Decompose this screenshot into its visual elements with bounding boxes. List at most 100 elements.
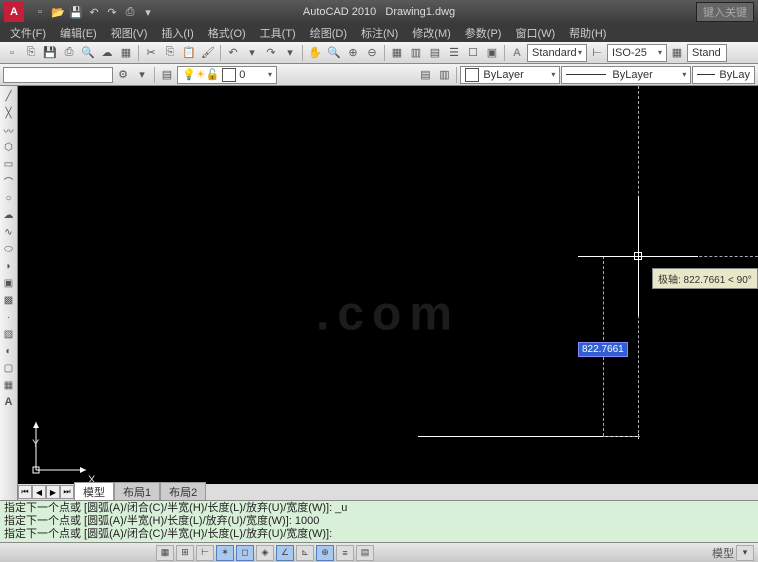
tab-last-icon[interactable]: ⏭ bbox=[60, 485, 74, 499]
qat-dropdown-icon[interactable]: ▾ bbox=[140, 4, 156, 20]
menu-file[interactable]: 文件(F) bbox=[4, 24, 52, 42]
ducs-toggle[interactable]: ⊾ bbox=[296, 545, 314, 561]
ortho-toggle[interactable]: ⊢ bbox=[196, 545, 214, 561]
region-tool[interactable]: ▢ bbox=[1, 360, 17, 376]
tab-first-icon[interactable]: ⏮ bbox=[18, 485, 32, 499]
preview-button[interactable]: 🔍 bbox=[79, 44, 97, 62]
dimstyle-icon[interactable]: ⊢ bbox=[588, 44, 606, 62]
tablestyle-icon[interactable]: ▦ bbox=[668, 44, 686, 62]
table-tool[interactable]: ▦ bbox=[1, 377, 17, 393]
menu-window[interactable]: 窗口(W) bbox=[509, 24, 561, 42]
drawing-canvas[interactable]: Y X 822.7661 极轴: 822.7661 < 90° .com ⏮ ◀… bbox=[18, 86, 758, 500]
print-icon[interactable]: ⎙ bbox=[122, 4, 138, 20]
menu-dimension[interactable]: 标注(N) bbox=[355, 24, 404, 42]
menu-modify[interactable]: 修改(M) bbox=[406, 24, 457, 42]
dyn-toggle[interactable]: ⊕ bbox=[316, 545, 334, 561]
tab-prev-icon[interactable]: ◀ bbox=[32, 485, 46, 499]
tab-next-icon[interactable]: ▶ bbox=[46, 485, 60, 499]
redo-button[interactable]: ↷ bbox=[262, 44, 280, 62]
line-tool[interactable]: ╱ bbox=[1, 88, 17, 104]
print-button[interactable]: ⎙ bbox=[60, 44, 78, 62]
tab-layout2[interactable]: 布局2 bbox=[160, 482, 206, 500]
menu-insert[interactable]: 插入(I) bbox=[155, 24, 199, 42]
zoom-button[interactable]: ⊕ bbox=[344, 44, 362, 62]
zoom-prev-button[interactable]: ⊖ bbox=[363, 44, 381, 62]
layer-dropdown[interactable]: 💡 ☀ 🔓 0 ▾ bbox=[177, 66, 277, 84]
polar-toggle[interactable]: ✶ bbox=[216, 545, 234, 561]
point-tool[interactable]: · bbox=[1, 309, 17, 325]
gradient-tool[interactable]: ◐ bbox=[1, 343, 17, 359]
save-button[interactable]: 💾 bbox=[41, 44, 59, 62]
menu-help[interactable]: 帮助(H) bbox=[563, 24, 612, 42]
menu-tools[interactable]: 工具(T) bbox=[254, 24, 302, 42]
zoom-rt-button[interactable]: 🔍 bbox=[325, 44, 343, 62]
tab-model[interactable]: 模型 bbox=[74, 482, 114, 500]
pan-button[interactable]: ✋ bbox=[306, 44, 324, 62]
revcloud-tool[interactable]: ☁ bbox=[1, 207, 17, 223]
qp-toggle[interactable]: ▤ bbox=[356, 545, 374, 561]
osnap-toggle[interactable]: ◻ bbox=[236, 545, 254, 561]
undo-icon[interactable]: ↶ bbox=[86, 4, 102, 20]
menu-format[interactable]: 格式(O) bbox=[202, 24, 252, 42]
snap-toggle[interactable]: ▦ bbox=[156, 545, 174, 561]
redo-dropdown-icon[interactable]: ▾ bbox=[281, 44, 299, 62]
paste-button[interactable]: 📋 bbox=[180, 44, 198, 62]
open-icon[interactable]: 📂 bbox=[50, 4, 66, 20]
publish-button[interactable]: ☁ bbox=[98, 44, 116, 62]
dim-style-dropdown[interactable]: ISO-25▾ bbox=[607, 44, 667, 62]
polygon-tool[interactable]: ⬡ bbox=[1, 139, 17, 155]
dropdown-icon[interactable]: ▾ bbox=[133, 66, 151, 84]
color-dropdown[interactable]: ByLayer▾ bbox=[460, 66, 560, 84]
new-button[interactable]: ▫ bbox=[3, 44, 21, 62]
save-icon[interactable]: 💾 bbox=[68, 4, 84, 20]
linetype-dropdown[interactable]: ByLayer▾ bbox=[561, 66, 691, 84]
table-style-dropdown[interactable]: Stand bbox=[687, 44, 727, 62]
ellipse-arc-tool[interactable]: ◗ bbox=[1, 258, 17, 274]
app-icon[interactable]: A bbox=[4, 2, 24, 22]
new-icon[interactable]: ▫ bbox=[32, 4, 48, 20]
lwt-toggle[interactable]: ≡ bbox=[336, 545, 354, 561]
props-button[interactable]: ▦ bbox=[388, 44, 406, 62]
mtext-tool[interactable]: A bbox=[1, 394, 17, 410]
pline-tool[interactable]: 〰 bbox=[1, 122, 17, 138]
undo-button[interactable]: ↶ bbox=[224, 44, 242, 62]
3dosnap-toggle[interactable]: ◈ bbox=[256, 545, 274, 561]
insert-tool[interactable]: ▣ bbox=[1, 275, 17, 291]
command-window[interactable]: 指定下一个点或 [圆弧(A)/闭合(C)/半宽(H)/长度(L)/放弃(U)/宽… bbox=[0, 500, 758, 542]
status-menu-icon[interactable]: ▾ bbox=[736, 545, 754, 561]
menu-view[interactable]: 视图(V) bbox=[105, 24, 154, 42]
text-style-dropdown[interactable]: Standard▾ bbox=[527, 44, 587, 62]
gear-icon[interactable]: ⚙ bbox=[114, 66, 132, 84]
layer-props-button[interactable]: ▤ bbox=[158, 66, 176, 84]
textstyle-icon[interactable]: A bbox=[508, 44, 526, 62]
lineweight-dropdown[interactable]: ByLay bbox=[692, 66, 755, 84]
block-tool[interactable]: ▩ bbox=[1, 292, 17, 308]
spline-tool[interactable]: ∿ bbox=[1, 224, 17, 240]
designcenter-button[interactable]: ▥ bbox=[407, 44, 425, 62]
redo-icon[interactable]: ↷ bbox=[104, 4, 120, 20]
plot-button[interactable]: ▦ bbox=[117, 44, 135, 62]
calc-button[interactable]: ▣ bbox=[483, 44, 501, 62]
undo-dropdown-icon[interactable]: ▾ bbox=[243, 44, 261, 62]
circle-tool[interactable]: ○ bbox=[1, 190, 17, 206]
arc-tool[interactable]: ⌒ bbox=[1, 173, 17, 189]
cut-button[interactable]: ✂ bbox=[142, 44, 160, 62]
help-search-input[interactable]: 键入关键 bbox=[696, 2, 754, 22]
command-input[interactable] bbox=[3, 67, 113, 83]
tab-layout1[interactable]: 布局1 bbox=[114, 482, 160, 500]
open-button[interactable]: ⎘ bbox=[22, 44, 40, 62]
hatch-tool[interactable]: ▨ bbox=[1, 326, 17, 342]
sheetset-button[interactable]: ☰ bbox=[445, 44, 463, 62]
match-button[interactable]: 🖌 bbox=[199, 44, 217, 62]
copy-button[interactable]: ⎘ bbox=[161, 44, 179, 62]
toolpalette-button[interactable]: ▤ bbox=[426, 44, 444, 62]
markup-button[interactable]: ☐ bbox=[464, 44, 482, 62]
xline-tool[interactable]: ╳ bbox=[1, 105, 17, 121]
ellipse-tool[interactable]: ⬭ bbox=[1, 241, 17, 257]
layer-state-button[interactable]: ▤ bbox=[416, 66, 434, 84]
rectangle-tool[interactable]: ▭ bbox=[1, 156, 17, 172]
grid-toggle[interactable]: ⊞ bbox=[176, 545, 194, 561]
menu-parametric[interactable]: 参数(P) bbox=[459, 24, 508, 42]
otrack-toggle[interactable]: ∠ bbox=[276, 545, 294, 561]
menu-edit[interactable]: 编辑(E) bbox=[54, 24, 103, 42]
